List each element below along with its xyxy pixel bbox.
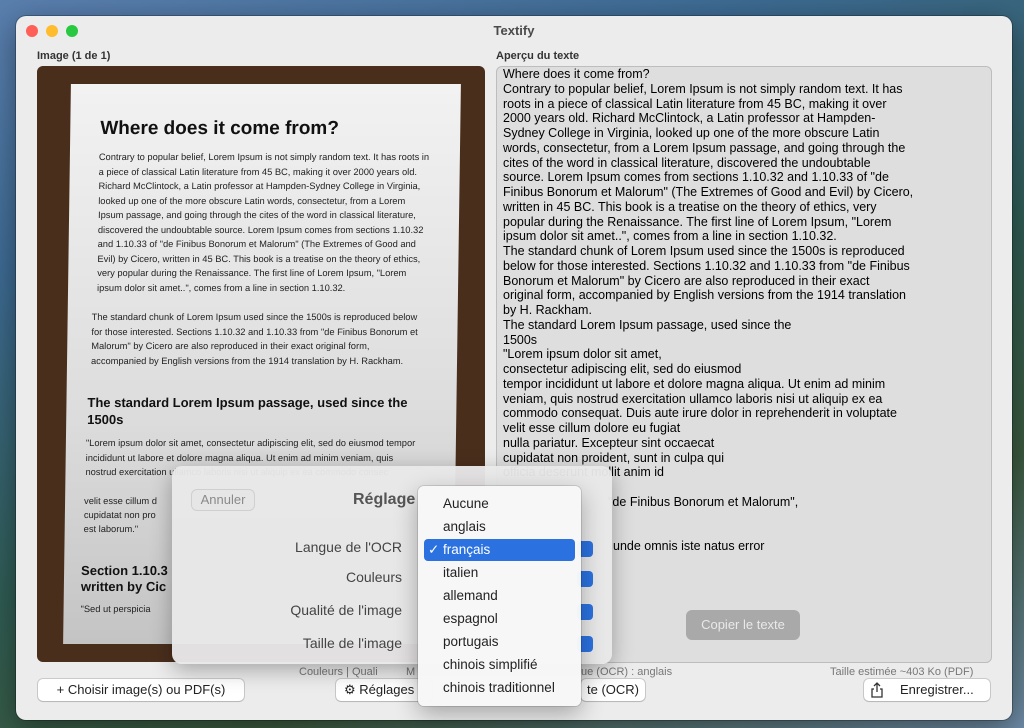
menu-item-label: italien xyxy=(443,565,479,580)
image-size-label: Taille de l'image xyxy=(302,635,402,651)
plus-icon: + xyxy=(56,682,65,697)
menu-item-portugais[interactable]: portugais xyxy=(424,631,575,653)
menu-item-francais[interactable]: ✓ français xyxy=(424,539,575,561)
menu-item-label: allemand xyxy=(443,588,498,603)
ocr-language-menu: Aucune anglais ✓ français italien allema… xyxy=(418,486,581,706)
ocr-fragment-1: "de Finibus Bonorum et Malorum", xyxy=(608,495,799,509)
menu-item-label: français xyxy=(443,542,491,557)
menu-item-label: chinois simplifié xyxy=(443,657,538,672)
save-button[interactable]: Enregistrer... xyxy=(864,679,990,701)
photo-heading: Where does it come from? xyxy=(100,118,340,139)
menu-item-label: chinois traditionnel xyxy=(443,680,555,695)
copy-text-button[interactable]: Copier le texte xyxy=(686,610,800,640)
status-left-b: M xyxy=(406,666,416,678)
menu-item-label: portugais xyxy=(443,634,499,649)
status-left: Couleurs | Quali xyxy=(299,666,378,678)
choose-images-button[interactable]: + Choisir image(s) ou PDF(s) xyxy=(38,679,244,701)
estimated-size: Taille estimée ~403 Ko (PDF) xyxy=(830,666,974,678)
menu-item-italien[interactable]: italien xyxy=(424,562,575,584)
preview-label: Aperçu du texte xyxy=(496,50,580,62)
menu-item-label: espagnol xyxy=(443,611,498,626)
menu-item-label: anglais xyxy=(443,519,486,534)
image-quality-label: Qualité de l'image xyxy=(290,602,402,618)
save-label: Enregistrer... xyxy=(900,682,974,697)
choose-images-label: Choisir image(s) ou PDF(s) xyxy=(67,682,226,697)
checkmark-icon: ✓ xyxy=(428,542,440,557)
settings-label: Réglages xyxy=(359,682,415,697)
share-icon xyxy=(871,682,883,698)
menu-item-chinois-traditionnel[interactable]: chinois traditionnel xyxy=(424,677,575,699)
photo-paragraph-1: Contrary to popular belief, Lorem Ipsum … xyxy=(96,152,430,293)
photo-heading-2: The standard Lorem Ipsum passage, used s… xyxy=(87,395,408,427)
image-label: Image (1 de 1) xyxy=(37,50,111,62)
colors-label: Couleurs xyxy=(345,569,402,585)
menu-item-espagnol[interactable]: espagnol xyxy=(424,608,575,630)
photo-heading-3b: written by Cic xyxy=(80,579,167,594)
window-title: Textify xyxy=(493,23,535,38)
menu-item-anglais[interactable]: anglais xyxy=(424,516,575,538)
ocr-fragment-2: unde omnis iste natus error xyxy=(613,539,765,553)
photo-heading-3: Section 1.10.3 xyxy=(81,563,168,578)
sheet-title: Réglage xyxy=(353,491,416,508)
cancel-button[interactable]: Annuler xyxy=(192,490,254,510)
gear-icon: ⚙ xyxy=(344,682,356,697)
menu-item-aucune[interactable]: Aucune xyxy=(424,493,575,515)
menu-item-label: Aucune xyxy=(443,496,489,511)
ocr-text[interactable]: Where does it come from? Contrary to pop… xyxy=(497,67,991,480)
ocr-language-label: Langue de l'OCR xyxy=(295,539,402,555)
status-right: ue (OCR) : anglais xyxy=(581,666,673,678)
menu-item-chinois-simplifie[interactable]: chinois simplifié xyxy=(424,654,575,676)
photo-paragraph-2: The standard chunk of Lorem Ipsum used s… xyxy=(90,312,418,366)
titlebar: Textify xyxy=(16,16,1012,46)
ocr-button[interactable]: te (OCR) xyxy=(581,679,645,701)
menu-item-allemand[interactable]: allemand xyxy=(424,585,575,607)
